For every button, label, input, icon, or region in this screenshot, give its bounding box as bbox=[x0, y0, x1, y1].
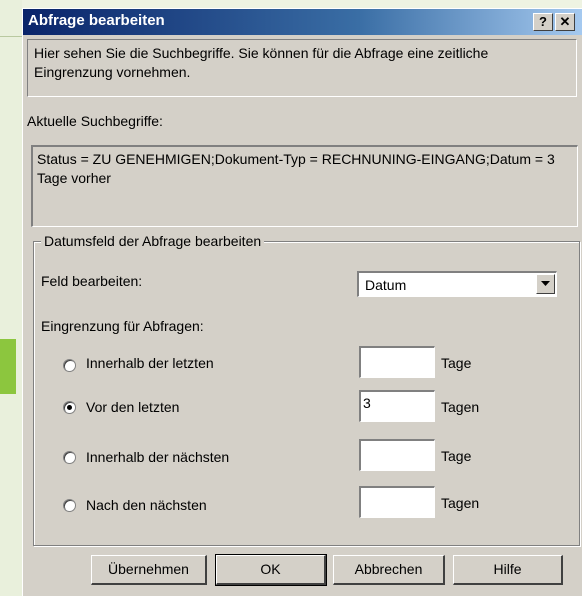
groupbox-title: Datumsfeld der Abfrage bearbeiten bbox=[41, 233, 265, 249]
option-label-within-next: Innerhalb der nächsten bbox=[86, 449, 230, 465]
chevron-down-icon bbox=[541, 281, 550, 286]
after-next-input[interactable] bbox=[359, 486, 435, 518]
background-divider bbox=[0, 36, 22, 37]
ok-button[interactable]: OK bbox=[215, 554, 327, 586]
unit-label: Tage bbox=[441, 448, 472, 464]
option-label-within-last: Innerhalb der letzten bbox=[86, 355, 214, 371]
within-next-input[interactable] bbox=[359, 439, 435, 471]
unit-label: Tage bbox=[441, 355, 472, 371]
unit-label: Tagen bbox=[441, 495, 480, 511]
search-terms-label: Aktuelle Suchbegriffe: bbox=[27, 113, 163, 129]
edit-field-label: Feld bearbeiten: bbox=[41, 273, 143, 289]
dropdown-button[interactable] bbox=[536, 274, 555, 294]
radio-within-next[interactable] bbox=[63, 451, 76, 464]
titlebar: Abfrage bearbeiten ? ✕ bbox=[23, 9, 582, 35]
search-terms-box: Status = ZU GENEHMIGEN;Dokument-Typ = RE… bbox=[31, 145, 578, 227]
within-last-input[interactable] bbox=[359, 346, 435, 378]
before-last-input[interactable]: 3 bbox=[359, 390, 435, 422]
apply-button[interactable]: Übernehmen bbox=[91, 555, 207, 585]
help-button[interactable]: Hilfe bbox=[453, 555, 563, 585]
radio-within-last[interactable] bbox=[63, 359, 76, 372]
radio-before-last[interactable] bbox=[63, 401, 76, 414]
background-accent-bar bbox=[0, 339, 16, 394]
radio-after-next[interactable] bbox=[63, 499, 76, 512]
close-button[interactable]: ✕ bbox=[555, 13, 575, 31]
restriction-label: Eingrenzung für Abfragen: bbox=[41, 318, 204, 334]
field-select[interactable]: Datum bbox=[357, 271, 557, 297]
option-label-before-last: Vor den letzten bbox=[86, 399, 180, 415]
window-title: Abfrage bearbeiten bbox=[28, 12, 165, 29]
cancel-button[interactable]: Abbrechen bbox=[333, 555, 445, 585]
query-edit-dialog: Abfrage bearbeiten ? ✕ Hier sehen Sie di… bbox=[22, 8, 582, 596]
unit-label: Tagen bbox=[441, 399, 480, 415]
option-label-after-next: Nach den nächsten bbox=[86, 497, 207, 513]
help-title-button[interactable]: ? bbox=[533, 13, 553, 31]
field-select-value: Datum bbox=[365, 277, 407, 293]
background-panel bbox=[0, 0, 22, 596]
radio-selected-dot bbox=[67, 405, 72, 410]
intro-text: Hier sehen Sie die Suchbegriffe. Sie kön… bbox=[27, 39, 577, 97]
